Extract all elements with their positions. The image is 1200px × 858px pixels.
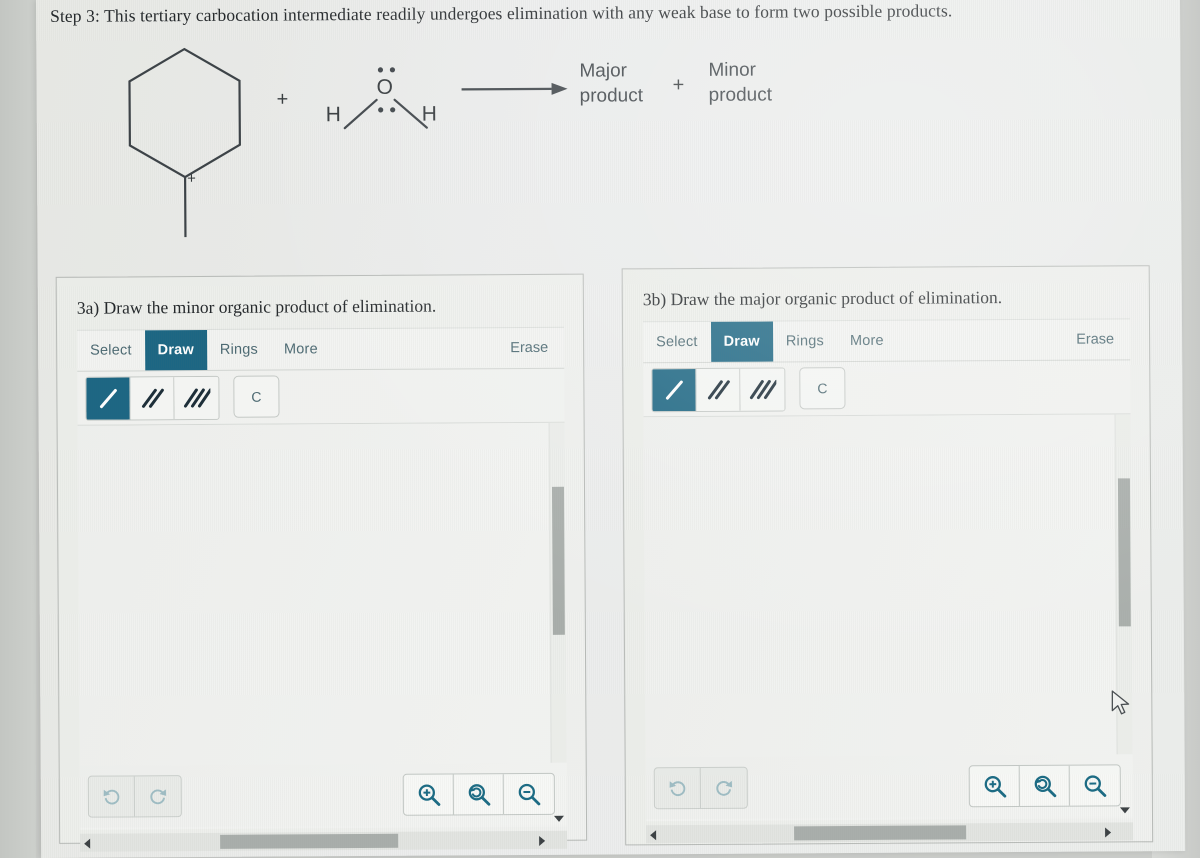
redo-button-3b[interactable] [701,768,747,808]
undo-button-3b[interactable] [654,767,701,809]
scroll-down-arrow-3a[interactable] [553,815,565,822]
double-bond-icon [707,380,730,400]
reaction-plus-2: + [672,74,685,97]
zoom-in-button-3a[interactable] [403,774,454,815]
toolbar-spacer-3a [331,328,495,369]
carbocation-charge: + [187,170,196,188]
question-panel-3a: 3a) Draw the minor organic product of el… [55,273,588,852]
question-text-3a: 3a) Draw the minor organic product of el… [76,295,437,318]
molecule-editor-3b: Select Draw Rings More Erase C [642,318,1134,844]
single-bond-icon [665,380,683,400]
undo-icon [103,789,119,805]
editor-toolbar-3a: Select Draw Rings More Erase [77,326,565,372]
zoom-in-button-3b[interactable] [969,766,1020,807]
zoom-reset-icon [468,784,490,806]
history-button-group-3a [87,775,182,818]
scroll-left-arrow-3a[interactable] [84,838,91,849]
scroll-left-arrow-3b[interactable] [650,830,657,841]
zoom-button-group-3a [402,772,555,816]
undo-icon [669,781,685,797]
scroll-right-arrow-3a[interactable] [539,835,546,846]
tab-select-3a[interactable]: Select [77,330,145,370]
water-hydrogen-left-label: H [325,103,341,127]
carbon-atom-button-3b[interactable]: C [799,367,846,410]
zoom-button-group-3b [968,764,1121,808]
erase-button-3a[interactable]: Erase [494,328,564,368]
zoom-reset-icon [1034,775,1056,798]
editor-bottom-bar-3a [79,762,568,828]
zoom-out-icon [1084,775,1107,797]
erase-button-3b[interactable]: Erase [1060,319,1130,359]
editor-vertical-scroll-track-3b[interactable] [1115,414,1133,816]
single-bond-button-3a[interactable] [86,377,131,420]
canvas-horizontal-scroll-thumb-3a[interactable] [220,833,399,849]
reaction-scheme: + + O H H Major product + Minor product [36,33,817,238]
scroll-down-arrow-3b[interactable] [1119,807,1130,814]
step-title: Step 3: This tertiary carbocation interm… [50,0,953,26]
zoom-in-icon [418,784,440,806]
redo-button-3a[interactable] [135,776,181,816]
triple-bond-icon [183,388,211,408]
zoom-reset-button-3b[interactable] [1019,765,1070,807]
drawing-canvas-3b[interactable] [643,414,1133,758]
zoom-out-button-3a[interactable] [504,774,554,814]
tab-more-3a[interactable]: More [271,329,331,369]
canvas-horizontal-scrollbar-3a[interactable] [80,830,568,852]
scroll-right-arrow-3b[interactable] [1105,827,1112,838]
carbon-atom-button-3a[interactable]: C [233,375,280,418]
double-bond-icon [141,388,164,408]
question-panel-3b: 3b) Draw the major organic product of el… [621,265,1154,846]
major-product-line1: Major [579,60,628,82]
reaction-plus-1: + [276,88,289,111]
drawing-canvas-3a[interactable] [77,422,567,766]
minor-product-label: Minor product [708,58,772,108]
editor-bottom-bar-3b [645,754,1134,820]
single-bond-icon [99,389,117,409]
triple-bond-button-3a[interactable] [174,376,219,420]
canvas-horizontal-scroll-thumb-3b[interactable] [794,825,967,841]
canvas-horizontal-scrollbar-3b[interactable] [646,822,1134,844]
screen-left-bezel [0,0,36,858]
zoom-reset-button-3a[interactable] [453,774,504,815]
editor-vertical-scroll-track-3a[interactable] [549,423,567,825]
bond-tool-row-3a: C [77,368,565,426]
tab-more-3b[interactable]: More [837,321,897,361]
screenshot-root: Step 3: This tertiary carbocation interm… [0,0,1200,858]
minor-product-line2: product [708,84,773,106]
double-bond-button-3b[interactable] [696,368,741,411]
single-bond-button-3b[interactable] [652,368,697,412]
reaction-arrow-icon [461,82,568,95]
molecule-editor-3a: Select Draw Rings More Erase C [77,326,568,852]
tab-select-3b[interactable]: Select [643,322,711,362]
question-text-3b: 3b) Draw the major organic product of el… [642,287,1003,310]
zoom-out-button-3b[interactable] [1070,765,1120,805]
bond-tool-group-3b [651,367,786,413]
bond-tool-row-3b: C [643,360,1131,418]
major-product-label: Major product [579,58,643,108]
worksheet-page: Step 3: This tertiary carbocation interm… [36,0,1186,858]
major-product-line2: product [579,85,644,107]
redo-icon [150,789,167,805]
tab-rings-3b[interactable]: Rings [773,321,837,361]
undo-button-3a[interactable] [88,776,135,817]
zoom-out-icon [518,783,541,806]
redo-icon [716,780,733,796]
minor-product-line1: Minor [708,59,757,81]
triple-bond-button-3b[interactable] [740,368,785,411]
zoom-in-icon [984,776,1006,798]
double-bond-button-3a[interactable] [130,377,175,420]
tab-draw-3b[interactable]: Draw [710,321,773,362]
triple-bond-icon [749,379,777,400]
history-button-group-3b [653,766,748,810]
water-oxygen-label: O [376,75,393,99]
tab-rings-3a[interactable]: Rings [207,330,271,370]
tab-draw-3a[interactable]: Draw [144,329,208,371]
water-hydrogen-right-label: H [421,102,437,126]
toolbar-spacer-3b [897,320,1061,361]
bond-tool-group-3a [85,375,220,421]
editor-toolbar-3b: Select Draw Rings More Erase [642,318,1131,364]
